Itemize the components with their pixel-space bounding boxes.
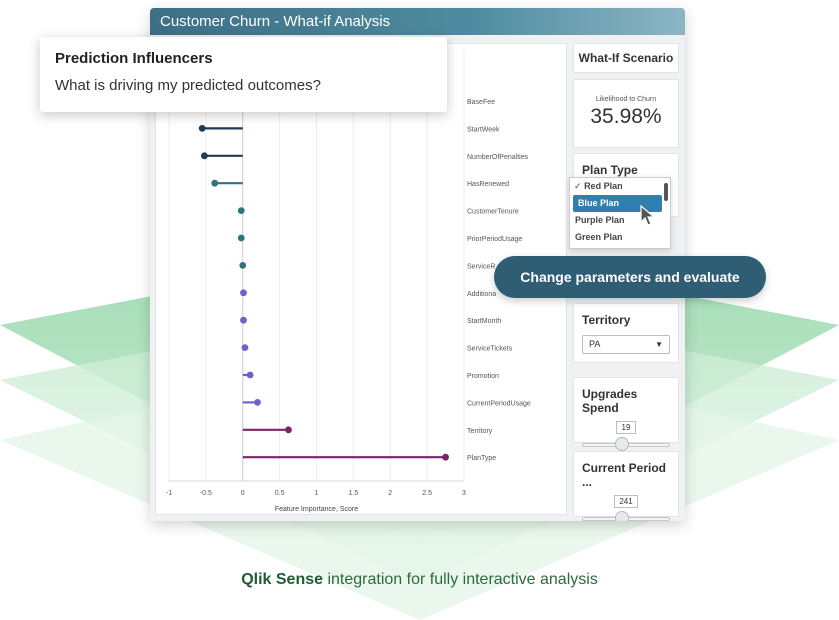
lollipop-dot (442, 453, 449, 461)
lollipop-dot (254, 399, 261, 406)
lollipop-dot (246, 371, 254, 379)
upgrades-card: Upgrades Spend 19 (573, 377, 679, 451)
plan-type-label: Plan Type (582, 163, 638, 177)
upgrades-slider[interactable] (582, 437, 670, 451)
lollipop-dot (239, 262, 247, 269)
category-label: ServiceTickets (467, 346, 513, 353)
category-label: PriorPeriodUsage (467, 236, 522, 243)
plan-option-label: Red Plan (584, 181, 623, 191)
x-tick-label: 2 (388, 490, 392, 497)
caption: Qlik Sense integration for fully interac… (0, 571, 839, 589)
plan-option-label: Purple Plan (575, 215, 625, 225)
territory-select[interactable]: PA ▼ (582, 335, 670, 354)
category-label: BaseFee (467, 99, 495, 106)
likelihood-label: Likelihood to Churn (595, 96, 657, 103)
lollipop-dot (201, 152, 208, 160)
influencers-title: Prediction Influencers (55, 50, 213, 67)
category-label: Territory (467, 428, 493, 435)
slider-thumb[interactable] (614, 511, 629, 521)
lollipop-dot (211, 179, 219, 187)
likelihood-value: 35.98% (590, 105, 662, 128)
caption-brand: Qlik Sense (241, 571, 324, 588)
x-tick-label: 0 (241, 490, 245, 497)
x-tick-label: 2.5 (422, 490, 432, 497)
category-label: StartMonth (467, 318, 501, 325)
category-label: StartWeek (467, 126, 500, 133)
category-label: NumberOfPenalties (467, 154, 529, 161)
plan-option-label: Green Plan (575, 232, 623, 242)
x-tick-label: -0.5 (200, 490, 212, 497)
what-if-header: What-If Scenario (578, 51, 674, 65)
category-label: Additiona (467, 291, 496, 298)
upgrades-value-box: 19 (616, 421, 636, 434)
upgrades-value: 19 (621, 423, 631, 432)
what-if-header-card: What-If Scenario (573, 43, 679, 73)
influencers-subtitle: What is driving my predicted outcomes? (55, 77, 321, 94)
territory-label: Territory (582, 313, 631, 327)
category-label: CustomerTenure (467, 209, 519, 216)
plan-option-green[interactable]: Green Plan (570, 229, 670, 246)
window-title: Customer Churn - What-if Analysis (150, 8, 685, 35)
lollipop-dot (240, 316, 247, 324)
likelihood-card: Likelihood to Churn 35.98% (573, 79, 679, 148)
territory-value: PA (589, 339, 601, 349)
territory-card: Territory PA ▼ (573, 303, 679, 363)
category-label: Promotion (467, 373, 499, 380)
caption-text: integration for fully interactive analys… (323, 571, 598, 588)
check-icon: ✓ (574, 181, 582, 191)
category-label: HasRenewed (467, 181, 509, 188)
x-tick-label: 1 (315, 490, 319, 497)
x-axis-label: Feature Importance, Score (275, 506, 358, 513)
change-parameters-callout: Change parameters and evaluate (494, 256, 766, 298)
mouse-cursor-icon (640, 205, 656, 226)
category-label: PlanType (467, 455, 496, 462)
upgrades-label: Upgrades Spend (582, 387, 638, 415)
category-label: ServiceR (467, 263, 495, 270)
lollipop-dot (237, 234, 245, 242)
x-tick-label: 3 (462, 490, 466, 497)
dropdown-scrollbar[interactable] (664, 183, 668, 201)
plan-option-red[interactable]: ✓ Red Plan (570, 178, 670, 195)
current-period-value-box: 241 (614, 495, 638, 508)
lollipop-dot (237, 207, 245, 215)
x-tick-label: 1.5 (349, 490, 359, 497)
plan-option-label: Blue Plan (578, 198, 620, 208)
current-period-slider[interactable] (582, 511, 670, 521)
lollipop-dot (241, 344, 249, 351)
lollipop-dot (285, 426, 292, 434)
current-period-card: Current Period ... 241 (573, 451, 679, 521)
prediction-influencers-card: Prediction Influencers What is driving m… (40, 37, 447, 112)
x-tick-label: 0.5 (275, 490, 285, 497)
current-period-value: 241 (619, 497, 633, 506)
slider-thumb[interactable] (614, 437, 629, 451)
lollipop-dot (198, 125, 206, 132)
x-tick-label: -1 (166, 490, 172, 497)
chevron-down-icon: ▼ (655, 340, 663, 349)
current-period-label: Current Period ... (582, 461, 667, 489)
category-label: CurrentPeriodUsage (467, 400, 531, 407)
lollipop-dot (240, 289, 247, 297)
